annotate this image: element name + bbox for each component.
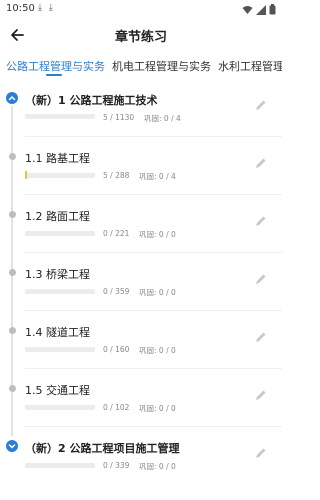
bullet-icon bbox=[9, 385, 16, 392]
signal-icon bbox=[256, 4, 266, 15]
item-title: 1.1 路基工程 bbox=[25, 152, 90, 165]
review-count: 巩固: 0 / 0 bbox=[139, 230, 176, 239]
section-item[interactable]: 1.5 交通工程 0 / 102 巩固: 0 / 0 bbox=[0, 376, 282, 434]
progress-bar bbox=[25, 463, 95, 468]
page-title: 章节练习 bbox=[114, 30, 167, 45]
pencil-icon[interactable] bbox=[254, 214, 268, 228]
tab-highway[interactable]: 公路工程管理与实务 bbox=[6, 58, 105, 74]
status-time: 10:50 bbox=[6, 3, 35, 14]
item-title: 1.2 路面工程 bbox=[25, 210, 90, 223]
divider bbox=[25, 194, 282, 195]
divider bbox=[25, 136, 282, 137]
progress-bar bbox=[25, 289, 95, 294]
section-item[interactable]: 1.4 隧道工程 0 / 160 巩固: 0 / 0 bbox=[0, 318, 282, 376]
progress-fill bbox=[25, 171, 27, 179]
item-title: 1.4 隧道工程 bbox=[25, 326, 90, 339]
item-title: 1.5 交通工程 bbox=[25, 384, 90, 397]
item-title: （新）1 公路工程施工技术 bbox=[25, 94, 158, 107]
divider bbox=[25, 368, 282, 369]
review-count: 巩固: 0 / 0 bbox=[139, 404, 176, 413]
review-count: 巩固: 0 / 0 bbox=[139, 288, 176, 297]
chevron-down-icon[interactable] bbox=[6, 440, 18, 452]
pencil-icon[interactable] bbox=[254, 446, 268, 460]
app-bar: 章节练习 bbox=[0, 20, 282, 52]
subject-tabs: 公路工程管理与实务 机电工程管理与实务 水利工程管理 bbox=[0, 52, 282, 78]
divider bbox=[25, 310, 282, 311]
review-count: 巩固: 0 / 0 bbox=[139, 346, 176, 355]
answered-count: 0 / 359 bbox=[103, 287, 130, 296]
progress-bar bbox=[25, 114, 95, 119]
bullet-icon bbox=[9, 327, 16, 334]
tab-indicator bbox=[46, 74, 62, 76]
section-item[interactable]: 1.1 路基工程 5 / 288 巩固: 0 / 4 bbox=[0, 144, 282, 202]
pencil-icon[interactable] bbox=[254, 388, 268, 402]
progress-bar bbox=[25, 405, 95, 410]
wifi-icon bbox=[242, 5, 253, 14]
bullet-icon bbox=[9, 153, 16, 160]
chapter-item[interactable]: （新）1 公路工程施工技术 5 / 1130 巩固: 0 / 4 bbox=[0, 86, 282, 144]
status-indicators bbox=[242, 4, 276, 15]
pencil-icon[interactable] bbox=[254, 330, 268, 344]
review-count: 巩固: 0 / 4 bbox=[139, 172, 176, 181]
progress-bar bbox=[25, 347, 95, 352]
divider bbox=[25, 252, 282, 253]
battery-icon bbox=[269, 4, 276, 15]
answered-count: 0 / 102 bbox=[103, 403, 130, 412]
answered-count: 5 / 1130 bbox=[103, 113, 135, 122]
answered-count: 0 / 160 bbox=[103, 345, 130, 354]
tab-electromechanical[interactable]: 机电工程管理与实务 bbox=[112, 58, 211, 74]
progress-bar bbox=[25, 173, 95, 178]
review-count: 巩固: 0 / 4 bbox=[144, 114, 181, 123]
section-item[interactable]: 1.3 桥梁工程 0 / 359 巩固: 0 / 0 bbox=[0, 260, 282, 318]
answered-count: 5 / 288 bbox=[103, 171, 130, 180]
section-item[interactable]: 1.2 路面工程 0 / 221 巩固: 0 / 0 bbox=[0, 202, 282, 260]
answered-count: 0 / 339 bbox=[103, 461, 130, 470]
item-title: 1.3 桥梁工程 bbox=[25, 268, 90, 281]
item-title: （新）2 公路工程项目施工管理 bbox=[25, 442, 180, 455]
pencil-icon[interactable] bbox=[254, 272, 268, 286]
divider bbox=[25, 426, 282, 427]
chapter-item[interactable]: （新）2 公路工程项目施工管理 0 / 339 巩固: 0 / 0 bbox=[0, 434, 282, 492]
status-bar: 10:50 ⤓ ⤓ bbox=[0, 0, 282, 20]
answered-count: 0 / 221 bbox=[103, 229, 130, 238]
review-count: 巩固: 0 / 0 bbox=[139, 462, 176, 471]
progress-bar bbox=[25, 231, 95, 236]
download-icon: ⤓ ⤓ bbox=[38, 3, 55, 13]
tab-water-conservancy[interactable]: 水利工程管理 bbox=[218, 58, 282, 74]
bullet-icon bbox=[9, 269, 16, 276]
chevron-up-icon[interactable] bbox=[6, 92, 18, 104]
pencil-icon[interactable] bbox=[254, 156, 268, 170]
bullet-icon bbox=[9, 211, 16, 218]
pencil-icon[interactable] bbox=[254, 98, 268, 112]
